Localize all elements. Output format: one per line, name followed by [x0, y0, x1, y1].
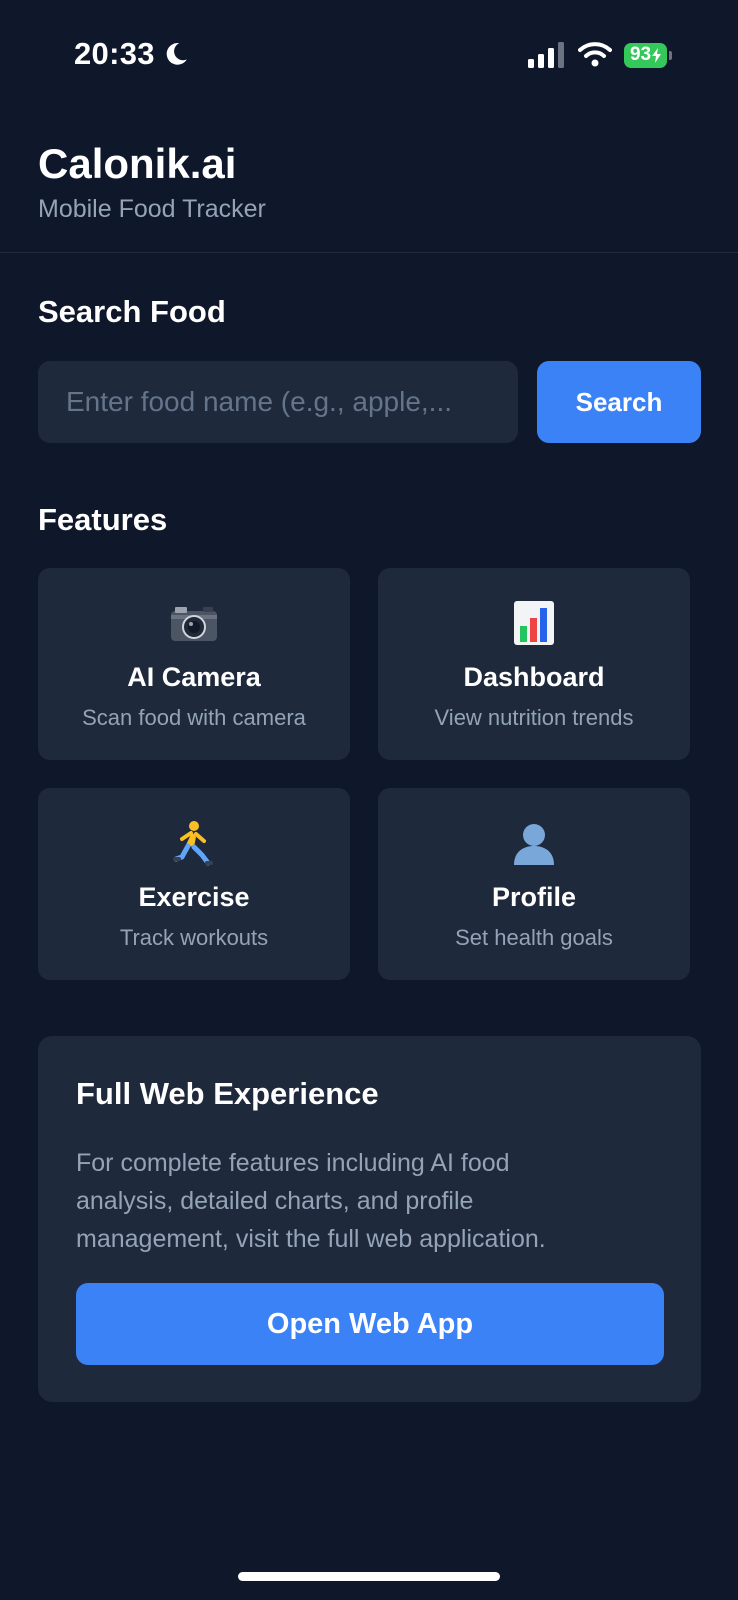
feature-title: Dashboard [463, 662, 605, 692]
status-bar: 20:33 93 [0, 0, 738, 110]
open-web-app-button[interactable]: Open Web App [76, 1283, 664, 1365]
header-divider [0, 252, 738, 253]
status-time: 20:33 [74, 36, 189, 72]
web-description-line: management, visit the full web applicati… [76, 1225, 546, 1253]
home-indicator[interactable] [238, 1572, 500, 1581]
web-experience-description: For complete features including AI food … [76, 1144, 676, 1258]
charging-bolt-icon [652, 47, 662, 63]
features-section-title: Features [38, 502, 168, 537]
search-section-title: Search Food [38, 294, 226, 329]
signal-icon [528, 42, 564, 68]
app-subtitle: Mobile Food Tracker [38, 195, 266, 223]
wifi-icon [578, 42, 612, 67]
battery-level: 93 [624, 42, 668, 68]
food-search-input[interactable] [38, 361, 518, 443]
feature-description: Track workouts [119, 925, 269, 950]
app-title: Calonik.ai [38, 140, 237, 187]
battery-icon: 93 [624, 42, 672, 68]
feature-title: Profile [491, 882, 577, 912]
web-experience-title: Full Web Experience [76, 1076, 379, 1111]
feature-title: AI Camera [127, 662, 261, 692]
feature-card-dashboard[interactable]: Dashboard View nutrition trends [378, 568, 690, 760]
moon-icon [166, 43, 187, 65]
battery-cap [669, 50, 672, 60]
runner-icon [169, 818, 219, 868]
feature-description: Scan food with camera [82, 705, 306, 730]
bar-chart-icon [509, 598, 559, 648]
search-button[interactable]: Search [537, 361, 701, 443]
battery-percent: 93 [629, 44, 652, 65]
user-silhouette-icon [509, 818, 559, 868]
feature-title: Exercise [138, 882, 250, 912]
app-header: Calonik.ai Mobile Food Tracker [38, 140, 266, 224]
feature-card-ai-camera[interactable]: AI Camera Scan food with camera [38, 568, 350, 760]
feature-card-profile[interactable]: Profile Set health goals [378, 788, 690, 980]
feature-description: View nutrition trends [434, 705, 634, 730]
web-description-line: For complete features including AI food [76, 1149, 510, 1177]
app-screen: 20:33 93 Calonik.ai Mobile Food Tracker … [0, 0, 738, 1600]
feature-card-exercise[interactable]: Exercise Track workouts [38, 788, 350, 980]
web-experience-card: Full Web Experience For complete feature… [38, 1036, 701, 1402]
time-label: 20:33 [74, 36, 155, 71]
camera-icon [169, 598, 219, 648]
web-description-line: analysis, detailed charts, and profile [76, 1187, 474, 1215]
feature-description: Set health goals [455, 925, 613, 950]
